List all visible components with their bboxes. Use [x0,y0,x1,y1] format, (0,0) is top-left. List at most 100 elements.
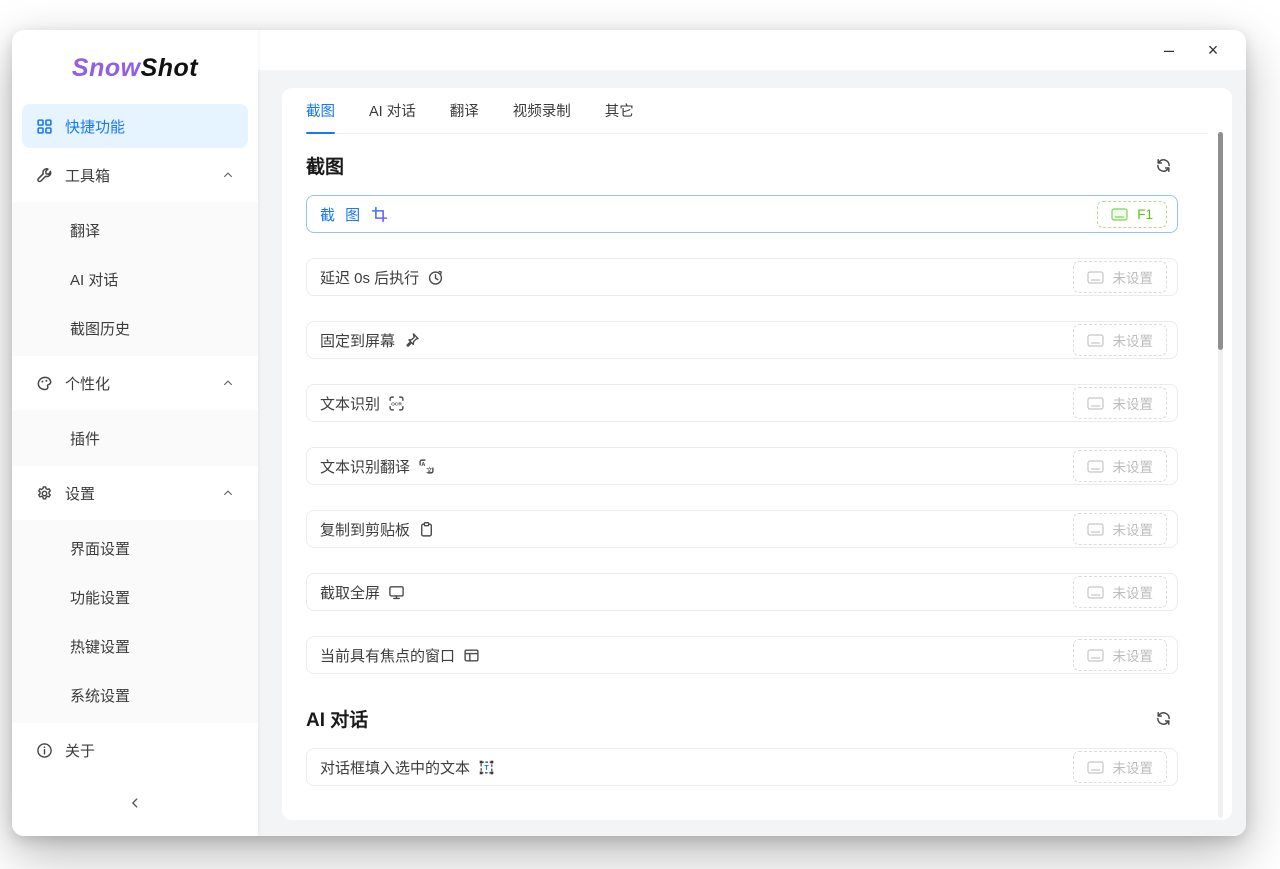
hotkey-row-label: 截 图 [320,204,363,225]
tab-video-record[interactable]: 视频录制 [513,88,571,133]
gear-icon [36,485,53,502]
svg-text:A: A [421,461,425,467]
hotkey-badge-unset[interactable]: 未设置 [1073,261,1168,293]
sidebar-item-label: 关于 [65,740,95,761]
hotkey-row-label: 当前具有焦点的窗口 [320,645,455,666]
hotkey-row-label: 复制到剪贴板 [320,519,410,540]
grid-icon [36,118,53,135]
window-controls: – × [1154,30,1228,70]
hotkey-row-label: 文本识别翻译 [320,456,410,477]
sidebar-item-label: 工具箱 [65,165,110,186]
tab-screenshot[interactable]: 截图 [306,88,335,133]
hotkey-row-fullscreen-capture[interactable]: 截取全屏 未设置 [306,573,1178,611]
sidebar-group-personalization[interactable]: 个性化 [22,361,248,405]
sidebar-item-function-settings[interactable]: 功能设置 [22,575,248,619]
logo-part-snow: Snow [72,54,141,82]
sidebar-item-label: 热键设置 [70,636,130,657]
settings-submenu: 界面设置 功能设置 热键设置 系统设置 [12,520,258,723]
hotkey-badge-unset[interactable]: 未设置 [1073,387,1168,419]
sidebar-item-interface-settings[interactable]: 界面设置 [22,526,248,570]
clipboard-icon [418,521,435,538]
keyboard-icon [1087,523,1104,536]
hotkey-row-copy-clipboard[interactable]: 复制到剪贴板 未设置 [306,510,1178,548]
ocr-icon: OCR [388,395,405,412]
keyboard-icon [1087,586,1104,599]
ocr-translate-icon: A文 [418,458,435,475]
sidebar-item-plugins[interactable]: 插件 [22,416,248,460]
chevron-up-icon [222,169,234,181]
tab-other[interactable]: 其它 [605,88,634,133]
keyboard-icon [1087,397,1104,410]
hotkey-row-screenshot[interactable]: 截 图 F1 [306,195,1178,233]
sidebar-item-screenshot-history[interactable]: 截图历史 [22,306,248,350]
sidebar-item-translate[interactable]: 翻译 [22,208,248,252]
monitor-icon [388,584,405,601]
keyboard-icon [1087,761,1104,774]
svg-text:OCR: OCR [391,401,402,407]
hotkey-value: F1 [1137,207,1153,222]
sidebar-item-label: 功能设置 [70,587,130,608]
window-icon [463,647,480,664]
sidebar-item-ai-chat[interactable]: AI 对话 [22,257,248,301]
hotkey-value: 未设置 [1113,519,1154,539]
keyboard-icon [1087,271,1104,284]
titlebar: – × [258,30,1246,70]
wrench-icon [36,167,53,184]
hotkey-badge-f1[interactable]: F1 [1097,201,1167,228]
hotkey-badge-unset[interactable]: 未设置 [1073,576,1168,608]
app-window: SnowShot 快捷功能 工具箱 翻译 AI 对话 截图历史 [12,30,1246,836]
hotkey-value: 未设置 [1113,645,1154,665]
hotkey-value: 未设置 [1113,582,1154,602]
minimize-button[interactable]: – [1154,35,1184,65]
info-icon [36,742,53,759]
hotkey-badge-unset[interactable]: 未设置 [1073,751,1168,783]
palette-icon [36,375,53,392]
section-title: 截图 [306,152,344,179]
section-header-ai-chat: AI 对话 [306,699,1208,748]
hotkey-row-delay-execute[interactable]: 延迟 0s 后执行 未设置 [306,258,1178,296]
chevron-left-icon [128,796,142,815]
close-button[interactable]: × [1198,35,1228,65]
hotkey-row-label: 截取全屏 [320,582,380,603]
hotkey-row-ocr[interactable]: 文本识别 OCR 未设置 [306,384,1178,422]
section-title: AI 对话 [306,705,368,732]
sidebar-group-settings[interactable]: 设置 [22,471,248,515]
sidebar-item-label: 插件 [70,428,100,449]
hotkey-value: 未设置 [1113,456,1154,476]
sidebar-item-about[interactable]: 关于 [22,728,248,772]
tab-bar: 截图 AI 对话 翻译 视频录制 其它 [306,88,1208,134]
hotkey-badge-unset[interactable]: 未设置 [1073,450,1168,482]
sidebar-item-quick-functions[interactable]: 快捷功能 [22,104,248,148]
sidebar-group-toolbox[interactable]: 工具箱 [22,153,248,197]
sidebar-item-hotkey-settings[interactable]: 热键设置 [22,624,248,668]
tab-translate[interactable]: 翻译 [450,88,479,133]
hotkey-row-fill-selected-text[interactable]: 对话框填入选中的文本 T 未设置 [306,748,1178,786]
scrollbar-track[interactable] [1218,134,1223,818]
hotkey-row-label: 固定到屏幕 [320,330,395,351]
sidebar-item-label: 个性化 [65,373,110,394]
keyboard-icon [1087,460,1104,473]
sync-icon[interactable] [1155,710,1172,727]
sidebar-item-label: 系统设置 [70,685,130,706]
scrollbar-thumb[interactable] [1218,132,1223,350]
hotkey-settings-card: 截图 AI 对话 翻译 视频录制 其它 截图 截 图 [282,88,1232,820]
sidebar-item-system-settings[interactable]: 系统设置 [22,673,248,717]
sidebar-collapse-button[interactable] [12,788,258,822]
sidebar-item-label: 界面设置 [70,538,130,559]
hotkey-row-ocr-translate[interactable]: 文本识别翻译 A文 未设置 [306,447,1178,485]
tab-ai-chat[interactable]: AI 对话 [369,88,416,133]
chevron-up-icon [222,487,234,499]
sidebar-item-label: 设置 [65,483,95,504]
hotkey-row-pin-to-screen[interactable]: 固定到屏幕 未设置 [306,321,1178,359]
sync-icon[interactable] [1155,157,1172,174]
chevron-up-icon [222,377,234,389]
main-content: 截图 AI 对话 翻译 视频录制 其它 截图 截 图 [258,70,1246,836]
text-select-icon: T [478,759,495,776]
hotkey-badge-unset[interactable]: 未设置 [1073,324,1168,356]
section-header-screenshot: 截图 [306,134,1208,195]
crop-icon [371,206,388,223]
keyboard-icon [1087,649,1104,662]
hotkey-row-focused-window[interactable]: 当前具有焦点的窗口 未设置 [306,636,1178,674]
hotkey-badge-unset[interactable]: 未设置 [1073,513,1168,545]
hotkey-badge-unset[interactable]: 未设置 [1073,639,1168,671]
